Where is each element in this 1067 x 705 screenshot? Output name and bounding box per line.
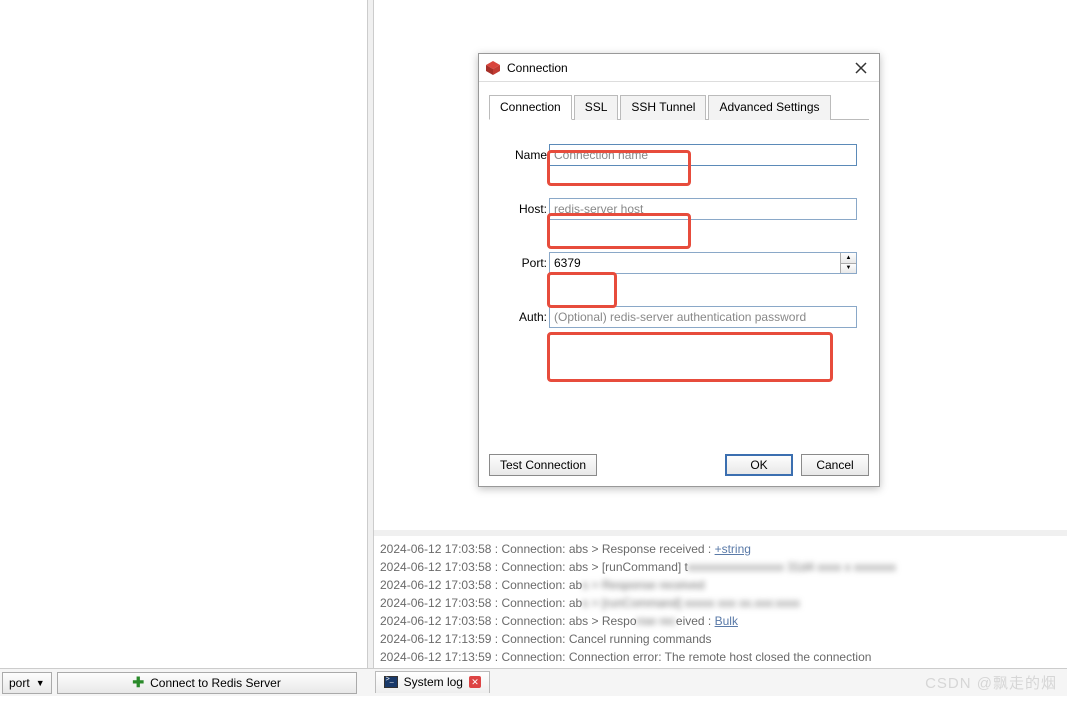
dialog-footer: Test Connection OK Cancel (489, 452, 869, 478)
name-label: Name (501, 148, 547, 162)
log-line: 2024-06-12 17:03:58 : Connection: abs > … (380, 540, 1061, 558)
system-log-label: System log (404, 675, 463, 689)
dialog-tabs: ConnectionSSLSSH TunnelAdvanced Settings (489, 94, 869, 120)
log-line: 2024-06-12 17:13:59 : Connection: Connec… (380, 648, 1061, 666)
log-line: 2024-06-12 17:03:58 : Connection: abs > … (380, 612, 1061, 630)
connect-label: Connect to Redis Server (150, 676, 281, 690)
tab-ssh-tunnel[interactable]: SSH Tunnel (620, 95, 706, 120)
log-line: 2024-06-12 17:03:58 : Connection: abs > … (380, 594, 1061, 612)
log-panel: 2024-06-12 17:03:58 : Connection: abs > … (374, 536, 1067, 668)
host-input[interactable] (549, 198, 857, 220)
port-input[interactable] (549, 252, 857, 274)
tab-connection[interactable]: Connection (489, 95, 572, 120)
dialog-title: Connection (507, 61, 849, 75)
left-panel (0, 0, 368, 668)
test-connection-button[interactable]: Test Connection (489, 454, 597, 476)
export-label: port (9, 676, 30, 690)
close-icon[interactable]: ✕ (469, 676, 481, 688)
tab-ssl[interactable]: SSL (574, 95, 619, 120)
connection-form: Name Host: Port: ▲ ▼ Auth: (489, 120, 869, 328)
dialog-body: ConnectionSSLSSH TunnelAdvanced Settings… (489, 94, 869, 446)
log-line: 2024-06-12 17:03:58 : Connection: abs > … (380, 576, 1061, 594)
chevron-down-icon: ▼ (36, 678, 45, 688)
export-button[interactable]: port ▼ (2, 672, 52, 694)
ok-button[interactable]: OK (725, 454, 793, 476)
name-input[interactable] (549, 144, 857, 166)
bottom-toolbar: port ▼ ✚ Connect to Redis Server System … (0, 668, 1067, 696)
auth-label: Auth: (501, 310, 547, 324)
log-link[interactable]: +string (715, 542, 751, 556)
port-spinner[interactable]: ▲ ▼ (840, 253, 856, 273)
connection-dialog: Connection ConnectionSSLSSH TunnelAdvanc… (478, 53, 880, 487)
auth-input[interactable] (549, 306, 857, 328)
log-link[interactable]: Bulk (715, 614, 738, 628)
plus-icon: ✚ (132, 674, 144, 691)
port-label: Port: (501, 256, 547, 270)
dialog-titlebar: Connection (479, 54, 879, 82)
tab-system-log[interactable]: System log ✕ (375, 671, 490, 693)
redis-cube-icon (485, 60, 501, 76)
log-line: 2024-06-12 17:13:59 : Connection: Cancel… (380, 630, 1061, 648)
chevron-up-icon[interactable]: ▲ (840, 253, 856, 264)
tab-advanced-settings[interactable]: Advanced Settings (708, 95, 830, 120)
terminal-icon (384, 676, 398, 688)
dialog-close-button[interactable] (849, 58, 873, 78)
highlight-auth (547, 332, 833, 382)
connect-to-redis-button[interactable]: ✚ Connect to Redis Server (57, 672, 357, 694)
log-line: 2024-06-12 17:03:58 : Connection: abs > … (380, 558, 1061, 576)
chevron-down-icon[interactable]: ▼ (840, 264, 856, 274)
host-label: Host: (501, 202, 547, 216)
cancel-button[interactable]: Cancel (801, 454, 869, 476)
